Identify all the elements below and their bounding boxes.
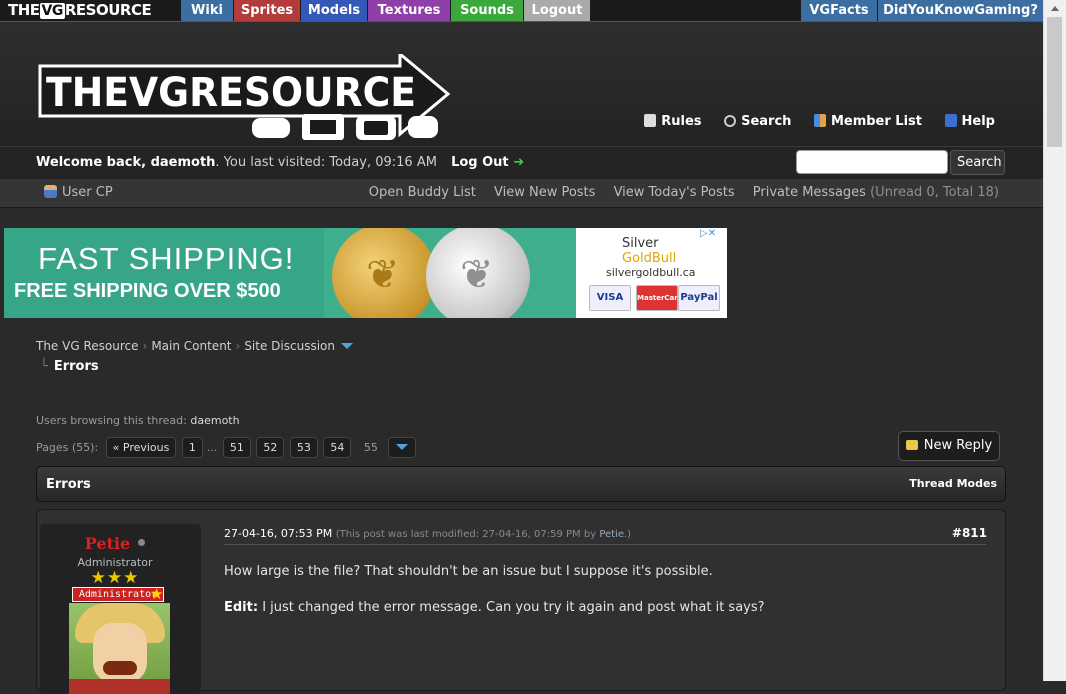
tab-sprites[interactable]: Sprites (234, 0, 300, 21)
ad-headline: FAST SHIPPING! (38, 241, 295, 276)
search-input[interactable] (796, 150, 948, 174)
document-icon (644, 114, 657, 127)
thread-modes-button[interactable]: Thread Modes (909, 477, 997, 490)
site-header: THEVGRESOURCE Rules Search Member List H… (0, 22, 1043, 146)
ad-subheadline: FREE SHIPPING OVER $500 (14, 280, 281, 302)
user-cp-link[interactable]: User CP (44, 185, 113, 200)
mastercard-icon: MasterCard (636, 285, 683, 311)
tab-models[interactable]: Models (301, 0, 367, 21)
current-page: 55 (363, 441, 378, 454)
scroll-up-arrow[interactable] (1044, 0, 1066, 17)
tab-sounds[interactable]: Sounds (451, 0, 523, 21)
magnifier-icon (724, 115, 737, 127)
page-1-button[interactable]: 1 (181, 437, 203, 458)
pages-label: Pages (55): (36, 441, 99, 454)
breadcrumb-item-home[interactable]: The VG Resource (36, 339, 139, 353)
help-link[interactable]: Help (944, 114, 995, 129)
ad-brand-panel: ▷✕ Silver GoldBull silvergoldbull.ca VISA… (576, 228, 727, 318)
arrow-right-icon: ➜ (513, 155, 525, 170)
star-icon: ★ (150, 585, 164, 603)
post-number-link[interactable]: #811 (952, 526, 987, 540)
ad-choices-icon[interactable]: ▷✕ (700, 228, 716, 239)
chevron-down-icon[interactable] (340, 343, 353, 349)
ad-brand-name: Silver GoldBull (622, 236, 677, 266)
modified-by-link[interactable]: Petie (599, 529, 624, 540)
buddy-list-link[interactable]: Open Buddy List (369, 185, 476, 200)
visa-card-icon: VISA (589, 285, 631, 311)
post: Petie Administrator ★★★ Administrator ★ … (36, 509, 1006, 694)
breadcrumb-item-main-content[interactable]: Main Content (151, 339, 231, 353)
ad-url: silvergoldbull.ca (606, 266, 696, 279)
scroll-thumb[interactable] (1047, 17, 1062, 147)
tab-didyouknowgaming[interactable]: DidYouKnowGaming? (878, 0, 1043, 21)
breadcrumb-current: └ Errors (40, 359, 99, 374)
network-bar: THE VG RESOURCE Wiki Sprites Models Textur… (0, 0, 1043, 22)
post-meta: 27-04-16, 07:53 PM (This post was last m… (224, 527, 631, 540)
post-divider (224, 544, 986, 545)
breadcrumb: The VG Resource › Main Content › Site Discus… (36, 339, 353, 353)
search-link[interactable]: Search (724, 114, 791, 129)
pagination-ellipsis: ... (206, 441, 218, 454)
pagination: Pages (55): « Previous 1... 51 52 53 54 … (36, 437, 417, 458)
speech-bubble-icon (905, 440, 918, 450)
thread-title: Errors (46, 477, 91, 492)
offline-status-icon (138, 539, 146, 546)
advertisement-banner[interactable]: FAST SHIPPING! FREE SHIPPING OVER $500 ❦… (4, 228, 727, 318)
user-icon (44, 185, 57, 198)
member-list-link[interactable]: Member List (813, 114, 922, 129)
page-51-button[interactable]: 51 (222, 437, 251, 458)
post-author[interactable]: Petie (40, 534, 190, 553)
post-body: How large is the file? That shouldn't be… (224, 563, 984, 635)
paypal-icon: PayPal (678, 285, 720, 311)
avatar[interactable] (69, 603, 170, 694)
network-logo[interactable]: THE VG RESOURCE (8, 1, 152, 21)
welcome-username[interactable]: daemoth (151, 155, 216, 170)
ad-text-panel: FAST SHIPPING! FREE SHIPPING OVER $500 (4, 228, 324, 318)
logout-link[interactable]: Log Out ➜ (451, 155, 524, 170)
scrollbar[interactable] (1043, 0, 1066, 681)
new-reply-button[interactable]: New Reply (898, 431, 1000, 461)
user-nav-bar: User CP Open Buddy List View New Posts V… (0, 179, 1043, 208)
page-53-button[interactable]: 53 (289, 437, 318, 458)
breadcrumb-item-site-discussion[interactable]: Site Discussion (244, 339, 335, 353)
browsing-user[interactable]: daemoth (190, 414, 239, 427)
previous-page-button[interactable]: « Previous (105, 437, 177, 458)
post-paragraph: How large is the file? That shouldn't be… (224, 564, 713, 579)
page-52-button[interactable]: 52 (256, 437, 285, 458)
rules-link[interactable]: Rules (644, 114, 702, 129)
new-posts-link[interactable]: View New Posts (494, 185, 595, 200)
welcome-bar: Welcome back, daemoth. You last visited:… (0, 146, 1043, 180)
users-icon (813, 114, 826, 127)
users-browsing: Users browsing this thread: daemoth (36, 414, 240, 427)
logo-text: THEVGRESOURCE (46, 70, 416, 116)
private-messages-link[interactable]: Private Messages (Unread 0, Total 18) (753, 185, 999, 200)
silver-coin-image: ❦ (426, 228, 530, 318)
thread-header: Errors Thread Modes (36, 466, 1006, 502)
tab-textures[interactable]: Textures (368, 0, 450, 21)
gold-coin-image: ❦ (332, 228, 436, 318)
post-paragraph: Edit: I just changed the error message. … (224, 600, 765, 615)
header-links: Rules Search Member List Help (626, 114, 995, 129)
welcome-message: Welcome back, daemoth. You last visited:… (36, 155, 525, 170)
post-date: 27-04-16, 07:53 PM (224, 527, 333, 540)
tab-vgfacts[interactable]: VGFacts (801, 0, 877, 21)
user-nav-links: Open Buddy List View New Posts View Toda… (355, 185, 999, 200)
page-54-button[interactable]: 54 (323, 437, 352, 458)
post-author-panel: Petie Administrator ★★★ Administrator ★ (40, 524, 201, 694)
page-jump-dropdown[interactable] (388, 437, 417, 458)
pm-counts: (Unread 0, Total 18) (870, 185, 999, 200)
site-logo[interactable]: THEVGRESOURCE (30, 54, 450, 144)
post-modified-note: (This post was last modified: 27-04-16, … (335, 529, 632, 540)
search-button[interactable]: Search (950, 150, 1005, 175)
tab-logout[interactable]: Logout (524, 0, 590, 21)
tab-wiki[interactable]: Wiki (181, 0, 233, 21)
help-icon (944, 114, 957, 127)
rank-stars: ★★★ (90, 568, 140, 588)
todays-posts-link[interactable]: View Today's Posts (614, 185, 735, 200)
